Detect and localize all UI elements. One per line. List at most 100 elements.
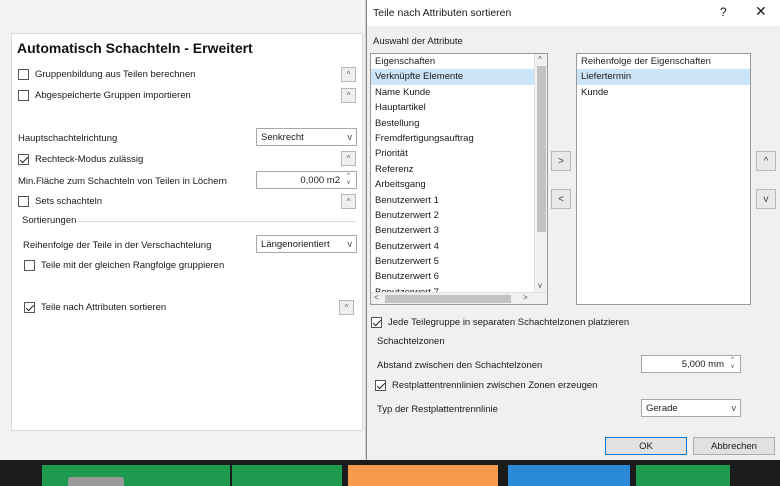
attribute-list-item[interactable]: Verknüpfte Elemente: [371, 69, 535, 85]
import-groups-checkbox-row[interactable]: Abgespeicherte Gruppen importieren: [18, 86, 191, 104]
horizontal-scrollbar[interactable]: < >: [371, 292, 547, 304]
separate-zones-checkbox[interactable]: [371, 316, 382, 328]
spin-down-icon[interactable]: v: [727, 364, 738, 370]
chevron-up-icon: ^: [763, 155, 769, 167]
attribute-list-item[interactable]: Benutzerwert 3: [371, 223, 535, 238]
rectangle-mode-label: Rechteck-Modus zulässig: [35, 153, 144, 165]
dialog-titlebar: Teile nach Attributen sortieren ? ✕: [367, 0, 780, 26]
sort-order-label: Reihenfolge der Teile in der Verschachte…: [23, 240, 212, 251]
zone-distance-input[interactable]: 5,000 mm ^ v: [641, 355, 741, 373]
group-divider: [78, 221, 356, 222]
separate-zones-label: Jede Teilegruppe in separaten Schachtelz…: [388, 316, 630, 328]
order-list-item[interactable]: Kunde: [577, 85, 750, 100]
chevron-up-icon: ^: [346, 197, 351, 206]
arrow-left-icon: <: [558, 193, 564, 205]
horizontal-scroll-thumb[interactable]: [385, 295, 511, 303]
create-lines-checkbox[interactable]: [375, 379, 386, 391]
vertical-scrollbar[interactable]: ^ v: [534, 54, 547, 293]
line-type-label: Typ der Restplattentrennlinie: [377, 404, 498, 415]
group-same-rank-checkbox[interactable]: [24, 259, 35, 271]
sorting-group-label: Sortierungen: [22, 215, 77, 226]
chevron-down-icon: v: [347, 239, 353, 249]
chevron-up-icon: ^: [344, 303, 349, 312]
attributes-header: Eigenschaften: [375, 56, 436, 67]
nested-part-green: [636, 465, 730, 486]
move-up-button[interactable]: ^: [756, 151, 776, 171]
zones-group-label: Schachtelzonen: [377, 336, 445, 347]
create-lines-checkbox-row[interactable]: Restplattentrennlinien zwischen Zonen er…: [375, 376, 597, 394]
group-creation-checkbox[interactable]: [18, 68, 29, 80]
background-nesting-canvas: [0, 460, 780, 486]
attribute-list-item[interactable]: Referenz: [371, 162, 535, 177]
main-direction-select[interactable]: Senkrecht v: [256, 128, 357, 146]
chevron-up-icon: ^: [346, 91, 351, 100]
attribute-list-item[interactable]: Benutzerwert 5: [371, 254, 535, 269]
attribute-list-item[interactable]: Arbeitsgang: [371, 177, 535, 192]
create-lines-label: Restplattentrennlinien zwischen Zonen er…: [392, 379, 598, 391]
move-down-button[interactable]: v: [756, 189, 776, 209]
group-same-rank-label: Teile mit der gleichen Rangfolge gruppie…: [41, 259, 225, 271]
attributes-list-items: Eigenschaften Verknüpfte Elemente Name Ku…: [371, 54, 535, 300]
attribute-list-item[interactable]: Fremdfertigungsauftrag: [371, 131, 535, 146]
sort-by-attributes-label: Teile nach Attributen sortieren: [41, 301, 167, 313]
attribute-list-item[interactable]: Priorität: [371, 146, 535, 161]
min-area-label: Min.Fläche zum Schachteln von Teilen in …: [18, 176, 227, 187]
collapse-up-button[interactable]: ^: [341, 88, 356, 103]
spin-up-icon[interactable]: ^: [727, 357, 738, 363]
chevron-up-icon: ^: [346, 70, 351, 79]
spin-down-icon[interactable]: v: [343, 180, 354, 186]
nest-sets-checkbox-row[interactable]: Sets schachteln: [18, 192, 102, 210]
scroll-left-icon[interactable]: <: [374, 293, 379, 302]
collapse-up-button[interactable]: ^: [341, 194, 356, 209]
sort-by-attributes-checkbox-row[interactable]: Teile nach Attributen sortieren: [24, 298, 166, 316]
add-attribute-button[interactable]: >: [551, 151, 571, 171]
collapse-up-button[interactable]: ^: [341, 151, 356, 166]
import-groups-checkbox[interactable]: [18, 89, 29, 101]
close-icon[interactable]: ✕: [755, 3, 767, 20]
scroll-down-icon[interactable]: v: [538, 281, 542, 290]
collapse-up-button[interactable]: ^: [341, 67, 356, 82]
nested-part-blue: [508, 465, 630, 486]
scroll-up-icon[interactable]: ^: [538, 55, 542, 64]
nest-sets-checkbox[interactable]: [18, 195, 29, 207]
property-order-list[interactable]: Reihenfolge der Eigenschaften Lieferterm…: [576, 53, 751, 305]
help-icon[interactable]: ?: [720, 5, 727, 19]
attribute-list-item[interactable]: Name Kunde: [371, 85, 535, 100]
attribute-list-item[interactable]: Bestellung: [371, 116, 535, 131]
ok-button[interactable]: OK: [605, 437, 687, 455]
panel-title: Automatisch Schachteln - Erweitert: [17, 40, 253, 56]
attribute-list-item[interactable]: Benutzerwert 4: [371, 239, 535, 254]
chevron-down-icon: v: [763, 193, 769, 205]
chevron-up-icon: ^: [346, 154, 351, 163]
group-creation-checkbox-row[interactable]: Gruppenbildung aus Teilen berechnen: [18, 65, 195, 83]
group-creation-label: Gruppenbildung aus Teilen berechnen: [35, 68, 196, 80]
sort-by-attributes-checkbox[interactable]: [24, 301, 35, 313]
attribute-list-item[interactable]: Benutzerwert 1: [371, 193, 535, 208]
group-same-rank-checkbox-row[interactable]: Teile mit der gleichen Rangfolge gruppie…: [24, 256, 224, 274]
import-groups-label: Abgespeicherte Gruppen importieren: [35, 89, 191, 101]
order-list-item[interactable]: Liefertermin: [577, 69, 750, 85]
spin-up-icon[interactable]: ^: [343, 173, 354, 179]
order-header: Reihenfolge der Eigenschaften: [581, 56, 711, 67]
arrow-right-icon: >: [558, 155, 564, 167]
vertical-scroll-thumb[interactable]: [537, 66, 546, 232]
chevron-down-icon: v: [731, 403, 737, 413]
line-type-value: Gerade: [646, 402, 678, 414]
attributes-list[interactable]: Eigenschaften Verknüpfte Elemente Name Ku…: [370, 53, 548, 305]
remove-attribute-button[interactable]: <: [551, 189, 571, 209]
chevron-down-icon: v: [347, 132, 353, 142]
attribute-list-item[interactable]: Hauptartikel: [371, 100, 535, 115]
attribute-list-item[interactable]: Benutzerwert 2: [371, 208, 535, 223]
min-area-input[interactable]: 0,000 m2 ^ v: [256, 171, 357, 189]
line-type-select[interactable]: Gerade v: [641, 399, 741, 417]
attribute-list-item[interactable]: Benutzerwert 6: [371, 269, 535, 284]
scroll-right-icon[interactable]: >: [523, 293, 528, 302]
nested-part-green: [232, 465, 342, 486]
collapse-up-button[interactable]: ^: [339, 300, 354, 315]
sort-order-select[interactable]: Längenorientiert v: [256, 235, 357, 253]
cancel-button[interactable]: Abbrechen: [693, 437, 775, 455]
dialog-title: Teile nach Attributen sortieren: [373, 7, 512, 19]
separate-zones-checkbox-row[interactable]: Jede Teilegruppe in separaten Schachtelz…: [371, 313, 629, 331]
rectangle-mode-checkbox[interactable]: [18, 153, 29, 165]
rectangle-mode-checkbox-row[interactable]: Rechteck-Modus zulässig: [18, 150, 143, 168]
